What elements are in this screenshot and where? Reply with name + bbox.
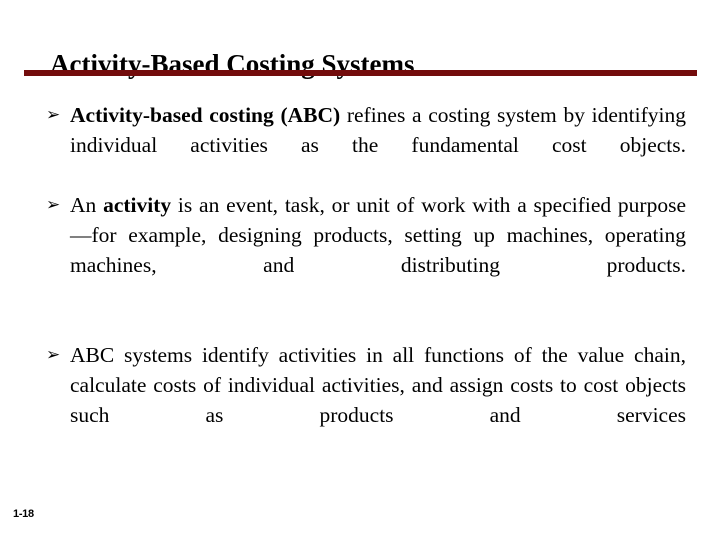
bullet-2-lead: An [70,193,104,217]
slide-canvas: Activity-Based Costing Systems ➢ Activity… [0,0,720,540]
arrowhead-bullet-icon: ➢ [46,345,61,365]
title-divider-rule [24,70,697,76]
arrowhead-bullet-icon: ➢ [46,105,61,125]
slide-number: 1-18 [13,508,34,520]
bullet-item-abc-systems: ➢ ABC systems identify activities in all … [46,340,686,460]
bullet-3-text: ABC systems identify activities in all f… [70,343,686,427]
bullet-item-activity-definition: ➢ An activity is an event, task, or unit … [46,190,686,310]
bullet-1-bold-lead: Activity-based costing (ABC) [70,103,341,127]
bullet-2-bold-term: activity [103,193,172,217]
bullet-item-abc-definition: ➢ Activity-based costing (ABC) refines a … [46,100,686,190]
arrowhead-bullet-icon: ➢ [46,195,61,215]
slide-body: ➢ Activity-based costing (ABC) refines a … [46,100,686,460]
